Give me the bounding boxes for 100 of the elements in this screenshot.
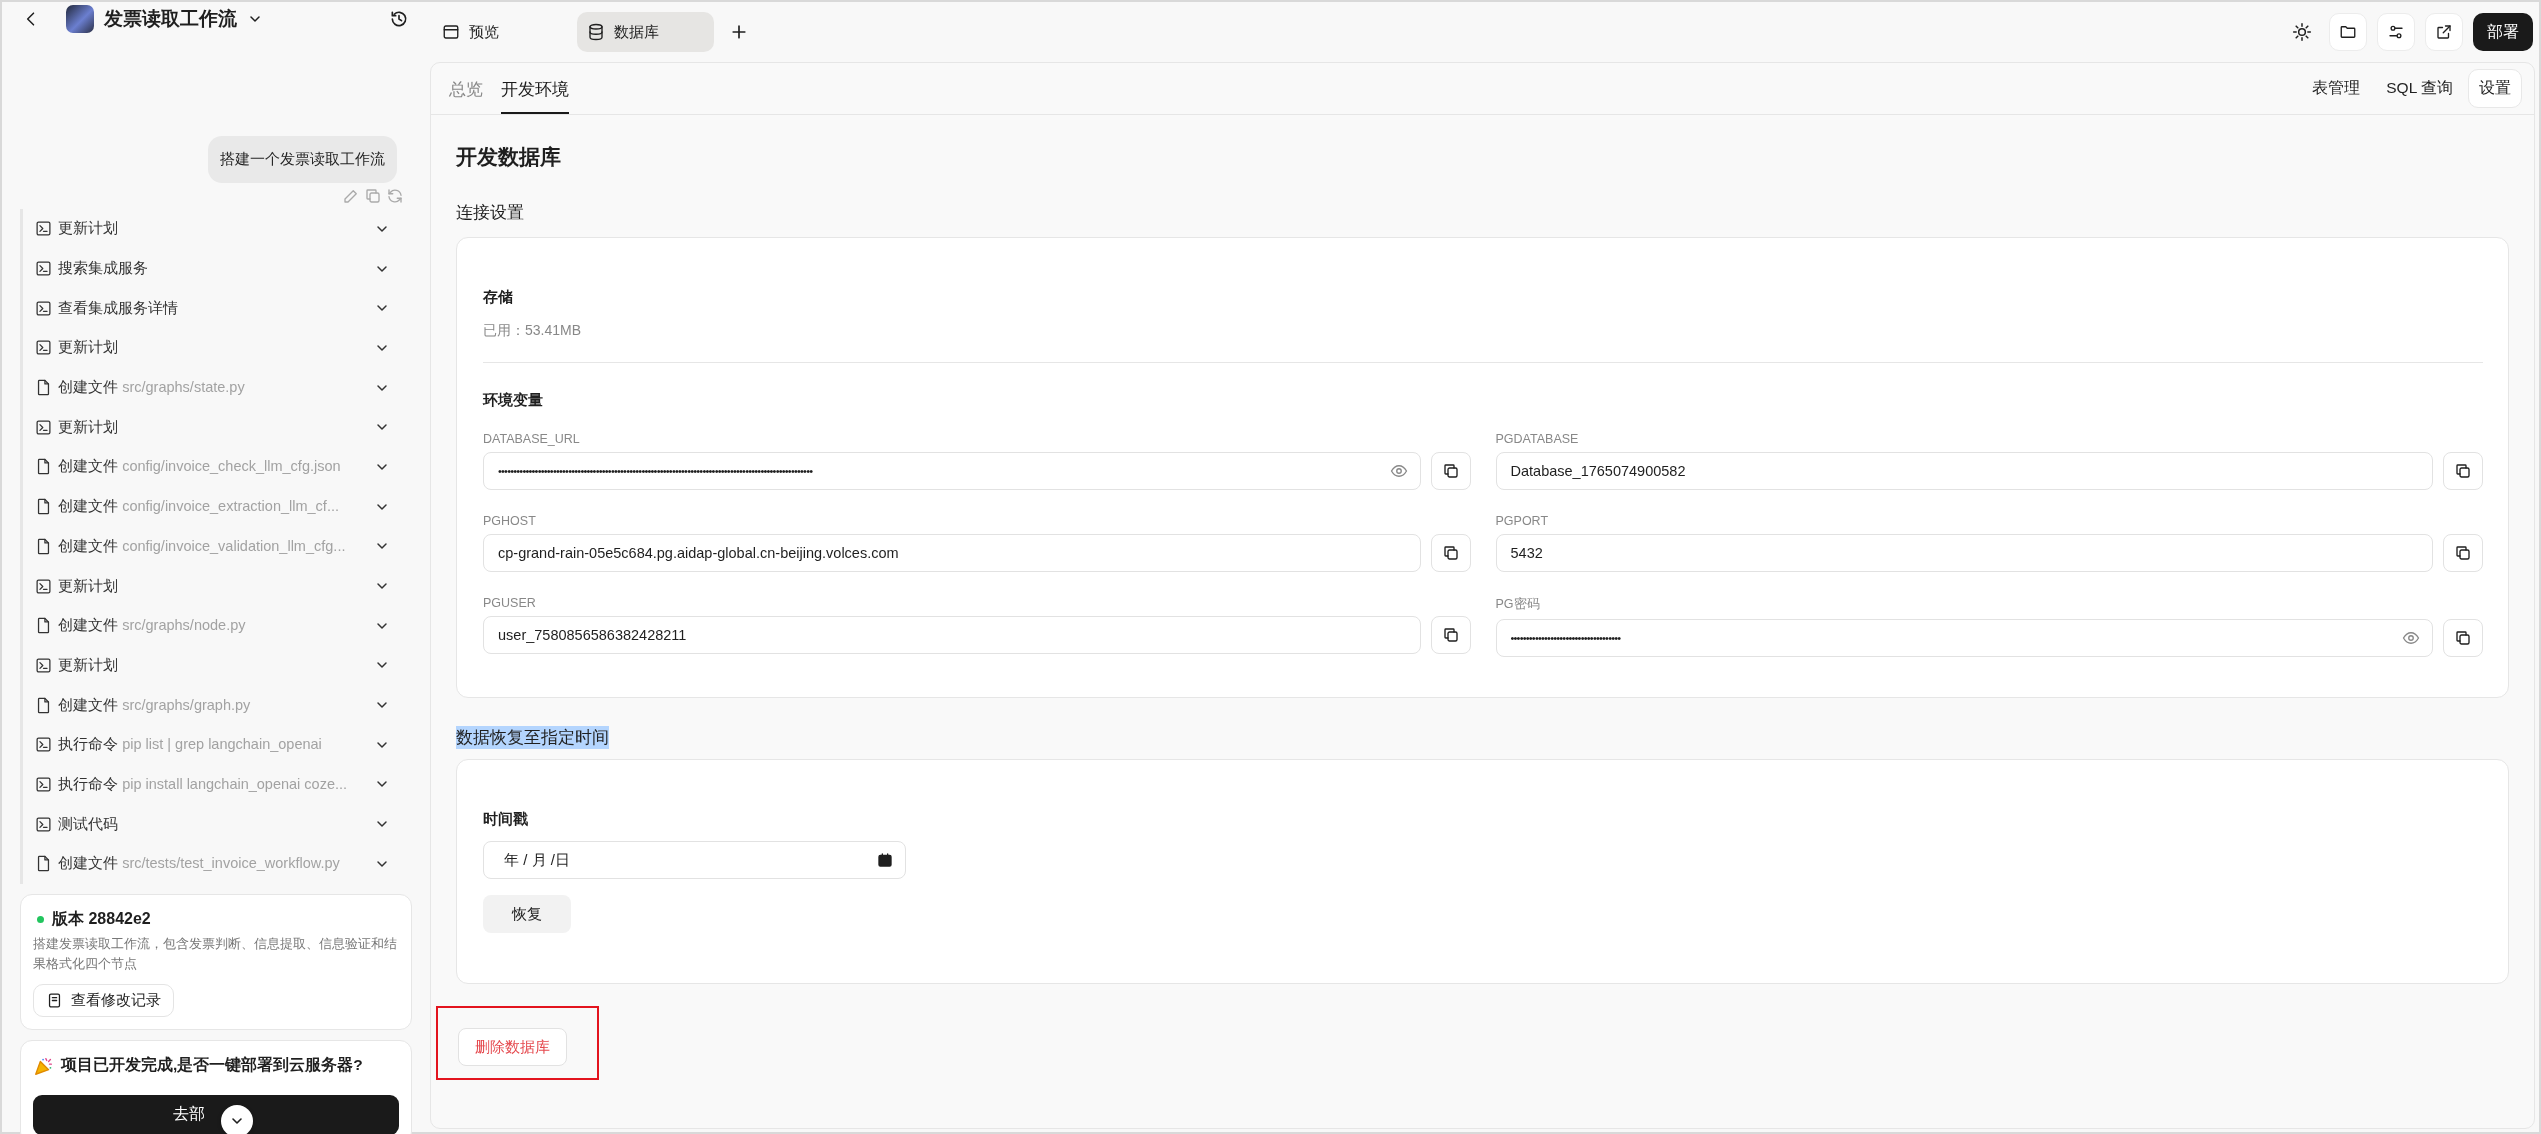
- step-item[interactable]: 创建文件 config/invoice_check_llm_cfg.json: [20, 447, 412, 487]
- step-item[interactable]: 创建文件 src/graphs/state.py: [20, 367, 412, 408]
- step-item[interactable]: 更新计划: [20, 328, 412, 368]
- restore-button[interactable]: 恢复: [483, 895, 571, 933]
- terminal-icon: [35, 656, 52, 674]
- refresh-icon: [386, 187, 404, 205]
- copy-button[interactable]: [2443, 619, 2483, 657]
- file-icon: [35, 617, 52, 635]
- step-label: 更新计划: [58, 219, 119, 239]
- step-item[interactable]: 更新计划: [20, 209, 412, 249]
- project-title[interactable]: 发票读取工作流: [104, 6, 263, 32]
- copy-button[interactable]: [2443, 452, 2483, 490]
- field-label: PG密码: [1495, 596, 1541, 613]
- copy-icon: [2454, 462, 2472, 480]
- document-icon: [46, 991, 63, 1009]
- timestamp-label: 时间戳: [483, 810, 529, 829]
- version-title: 版本 28842e2: [52, 908, 151, 929]
- file-icon: [35, 498, 52, 516]
- step-label: 更新计划: [58, 417, 119, 437]
- step-item[interactable]: 创建文件 config/invoice_validation_llm_cfg...: [20, 526, 412, 567]
- pencil-icon: [342, 187, 360, 205]
- terminal-icon: [35, 775, 52, 793]
- field-value: •••••••••••••••••••••••••••••••••••••••••••••••••••••••••••••••••••••••••••••••••••••••••••••••••••••••: [498, 465, 814, 477]
- eye-icon: [1389, 462, 1408, 480]
- copy-icon: [2454, 544, 2472, 562]
- step-label: 创建文件 src/graphs/graph.py: [58, 695, 252, 715]
- tab[interactable]: SQL 查询: [2375, 69, 2464, 108]
- folder-icon: [2339, 23, 2357, 41]
- tab[interactable]: 数据库: [577, 12, 714, 52]
- delete-database-button[interactable]: 删除数据库: [458, 1028, 567, 1066]
- step-item[interactable]: 搜索集成服务: [20, 248, 412, 289]
- show-password-button[interactable]: [1389, 462, 1408, 480]
- step-label: 创建文件 src/graphs/node.py: [58, 616, 247, 636]
- date-field[interactable]: 年 / 月 /日: [483, 841, 906, 879]
- go-deploy-button[interactable]: 去部: [33, 1094, 399, 1134]
- step-item[interactable]: 测试代码: [20, 804, 412, 844]
- copy-button[interactable]: [1430, 534, 1471, 572]
- field-value: 5432: [1510, 545, 1544, 561]
- copy-icon: [2454, 629, 2472, 647]
- step-item[interactable]: 创建文件 src/graphs/graph.py: [20, 685, 412, 725]
- step-item[interactable]: 创建文件 src/tests/test_invoice_workflow.py: [20, 844, 412, 884]
- section-heading: 数据恢复至指定时间: [456, 726, 609, 749]
- file-icon: [35, 458, 52, 476]
- input-field[interactable]: cp-grand-rain-05e5c684.pg.aidap-global.cn-beijing.volces.com: [483, 534, 1421, 572]
- tab[interactable]: 开发环境: [501, 63, 569, 114]
- field-label: PGHOST: [483, 514, 537, 528]
- copy-button[interactable]: [2443, 534, 2483, 572]
- step-item[interactable]: 更新计划: [20, 407, 412, 448]
- deploy-button[interactable]: 部署: [2473, 13, 2533, 51]
- tab[interactable]: 总览: [449, 63, 483, 114]
- step-item[interactable]: 执行命令 pip install langchain_openai coze...: [20, 764, 412, 805]
- folder-button[interactable]: [2329, 13, 2367, 51]
- sliders-icon: [2387, 23, 2405, 41]
- step-item[interactable]: 更新计划: [20, 566, 412, 606]
- database-icon: [587, 23, 605, 41]
- field-value: user_7580856586382428211: [498, 627, 688, 643]
- terminal-icon: [35, 220, 52, 238]
- view-changes-button[interactable]: 查看修改记录: [33, 983, 174, 1017]
- page-title: 开发数据库: [456, 144, 562, 170]
- step-label: 创建文件 config/invoice_extraction_llm_cf...: [58, 497, 340, 517]
- tab[interactable]: 设置: [2468, 69, 2522, 108]
- step-label: 测试代码: [58, 814, 119, 834]
- storage-heading: 存储: [483, 288, 514, 307]
- step-item[interactable]: 查看集成服务详情: [20, 288, 412, 329]
- show-password-button[interactable]: [2402, 629, 2420, 647]
- step-label: 更新计划: [58, 655, 119, 675]
- input-field[interactable]: user_7580856586382428211: [483, 616, 1421, 654]
- tab[interactable]: 预览: [432, 12, 569, 52]
- history-icon: [389, 9, 409, 29]
- step-item[interactable]: 创建文件 config/invoice_extraction_llm_cf...: [20, 486, 412, 527]
- env-heading: 环境变量: [483, 391, 544, 410]
- step-label: 更新计划: [58, 338, 119, 358]
- open-external-button[interactable]: [2425, 13, 2463, 51]
- field-label: PGPORT: [1495, 514, 1550, 528]
- step-item[interactable]: 更新计划: [20, 645, 412, 686]
- step-item[interactable]: 执行命令 pip list | grep langchain_openai: [20, 724, 412, 765]
- section-heading: 连接设置: [456, 202, 525, 224]
- step-label: 创建文件 config/invoice_check_llm_cfg.json: [58, 457, 342, 477]
- calendar-icon: [877, 852, 893, 868]
- eye-icon: [2402, 629, 2420, 647]
- terminal-icon: [35, 577, 52, 595]
- file-icon: [35, 855, 52, 873]
- sun-icon: [2292, 22, 2312, 42]
- file-icon: [35, 537, 52, 555]
- field-value: ••••••••••••••••••••••••••••••••••••: [1510, 632, 1622, 644]
- user-message: 搭建一个发票读取工作流: [208, 136, 397, 183]
- settings-button[interactable]: [2377, 13, 2415, 51]
- input-field[interactable]: •••••••••••••••••••••••••••••••••••••••••••••••••••••••••••••••••••••••••••••••••••••••••••••••••••••••: [483, 452, 1421, 490]
- step-label: 更新计划: [58, 576, 119, 596]
- input-field[interactable]: 5432: [1495, 534, 2433, 572]
- step-item[interactable]: 创建文件 src/graphs/node.py: [20, 605, 412, 646]
- copy-button[interactable]: [1430, 452, 1471, 490]
- file-icon: [35, 379, 52, 397]
- file-icon: [35, 696, 52, 714]
- input-field[interactable]: ••••••••••••••••••••••••••••••••••••: [1495, 619, 2433, 657]
- tab[interactable]: 表管理: [2301, 69, 2372, 108]
- app-logo-icon: [66, 5, 94, 33]
- step-label: 执行命令 pip install langchain_openai coze...: [58, 774, 349, 794]
- input-field[interactable]: Database_1765074900582: [1495, 452, 2433, 490]
- copy-button[interactable]: [1430, 616, 1471, 654]
